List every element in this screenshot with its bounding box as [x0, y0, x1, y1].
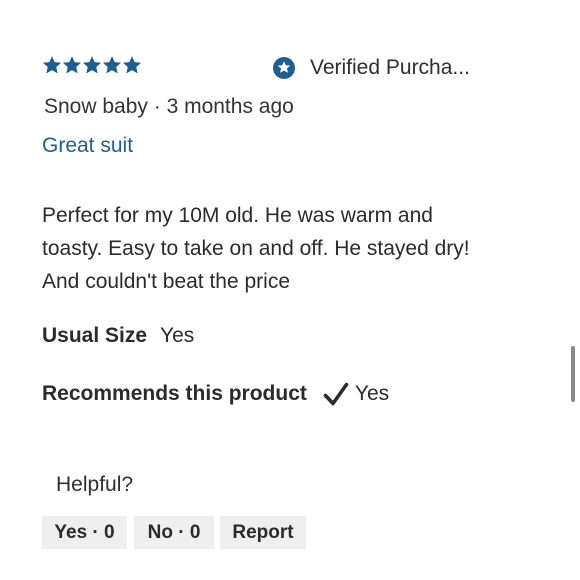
review-author-date: Snow baby · 3 months ago	[44, 95, 294, 118]
helpful-yes-button[interactable]: Yes · 0	[42, 516, 127, 549]
usual-size-value: Yes	[160, 324, 195, 347]
review-title: Great suit	[42, 134, 134, 157]
verified-purchase-badge: Verified Purcha...	[272, 56, 470, 80]
checkmark-icon	[323, 382, 349, 406]
recommends-value: Yes	[354, 382, 390, 405]
recommends-label: Recommends this product	[42, 382, 307, 405]
recommends-row: Recommends this product Yes	[42, 381, 389, 407]
usual-size-row: Usual Size Yes	[42, 324, 194, 348]
report-button[interactable]: Report	[220, 516, 306, 549]
star-icon	[122, 56, 142, 74]
star-icon	[62, 56, 82, 74]
star-rating	[42, 55, 142, 75]
verified-star-icon	[273, 57, 295, 79]
scrollbar-thumb[interactable]	[571, 346, 575, 402]
star-icon	[42, 56, 62, 74]
review-body: Perfect for my 10M old. He was warm and …	[42, 204, 470, 293]
star-icon	[102, 56, 122, 74]
usual-size-label: Usual Size	[42, 324, 148, 347]
helpful-prompt: Helpful?	[56, 473, 134, 496]
verified-label: Verified Purcha...	[310, 56, 470, 79]
star-icon	[82, 56, 102, 74]
helpful-no-button[interactable]: No · 0	[134, 516, 214, 549]
